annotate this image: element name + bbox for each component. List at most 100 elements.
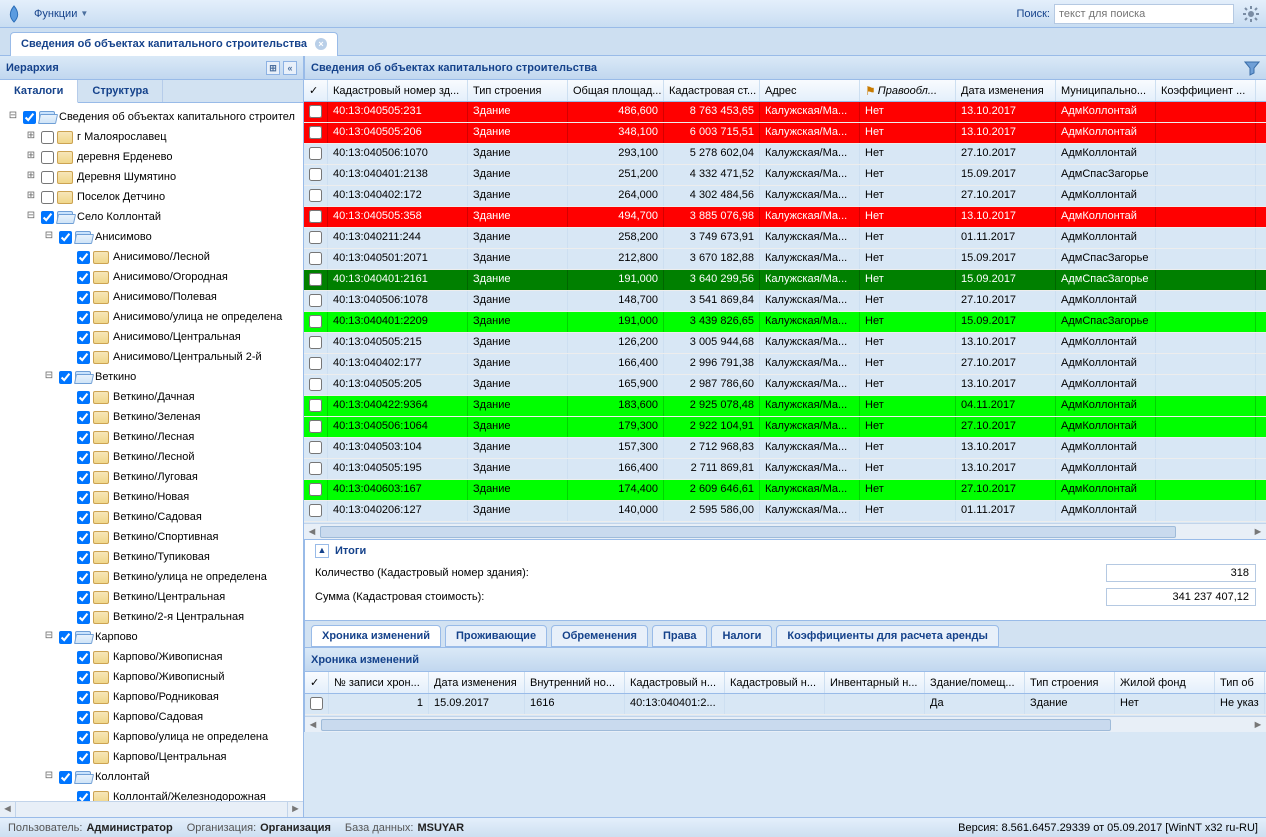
tree-checkbox[interactable]	[77, 791, 90, 802]
scrollbar-horizontal[interactable]: ◄►	[304, 523, 1266, 539]
collapse-icon[interactable]: ⊟	[42, 630, 56, 644]
bottom-tab[interactable]: Обременения	[551, 625, 648, 647]
table-row[interactable]: 40:13:040505:358Здание494,7003 885 076,9…	[304, 207, 1266, 228]
column-header[interactable]: Внутренний но...	[525, 672, 625, 693]
tree-checkbox[interactable]	[77, 251, 90, 264]
scrollbar-horizontal[interactable]: ◄►	[0, 801, 303, 817]
tree-node[interactable]: Карпово/Центральная	[0, 747, 303, 767]
grid-body[interactable]: 40:13:040505:231Здание486,6008 763 453,6…	[304, 102, 1266, 523]
tree-checkbox[interactable]	[77, 531, 90, 544]
row-checkbox[interactable]	[309, 189, 322, 202]
table-row[interactable]: 40:13:040505:206Здание348,1006 003 715,5…	[304, 123, 1266, 144]
tree-checkbox[interactable]	[77, 491, 90, 504]
tree-checkbox[interactable]	[77, 591, 90, 604]
column-header[interactable]: Кадастровая ст...	[664, 80, 760, 101]
tree-node[interactable]: Веткино/Зеленая	[0, 407, 303, 427]
tree-checkbox[interactable]	[77, 451, 90, 464]
tree-node[interactable]: Карпово/Родниковая	[0, 687, 303, 707]
column-header[interactable]: ⚑Правообл...	[860, 80, 956, 101]
row-checkbox[interactable]	[309, 231, 322, 244]
column-header[interactable]: Дата изменения	[429, 672, 525, 693]
column-header[interactable]: Кадастровый номер зд...	[328, 80, 468, 101]
collapse-icon[interactable]: ⊟	[42, 770, 56, 784]
tree-node[interactable]: Анисимово/улица не определена	[0, 307, 303, 327]
tree-checkbox[interactable]	[59, 231, 72, 244]
bottom-tab[interactable]: Права	[652, 625, 707, 647]
column-header[interactable]: Кадастровый н...	[625, 672, 725, 693]
tab-structure[interactable]: Структура	[78, 80, 163, 102]
column-header[interactable]: ✓	[305, 672, 329, 693]
collapse-icon[interactable]: ⊟	[42, 230, 56, 244]
row-checkbox[interactable]	[309, 168, 322, 181]
tree-checkbox[interactable]	[77, 391, 90, 404]
table-row[interactable]: 40:13:040505:215Здание126,2003 005 944,6…	[304, 333, 1266, 354]
table-row[interactable]: 40:13:040505:205Здание165,9002 987 786,6…	[304, 375, 1266, 396]
table-row[interactable]: 115.09.2017161640:13:040401:2...ДаЗдание…	[305, 694, 1266, 715]
tree-checkbox[interactable]	[41, 191, 54, 204]
row-checkbox[interactable]	[309, 294, 322, 307]
gear-icon[interactable]	[1242, 5, 1260, 23]
table-row[interactable]: 40:13:040401:2209Здание191,0003 439 826,…	[304, 312, 1266, 333]
tab-catalogs[interactable]: Каталоги	[0, 80, 78, 103]
tree-checkbox[interactable]	[77, 471, 90, 484]
tree-checkbox[interactable]	[59, 771, 72, 784]
tree-checkbox[interactable]	[77, 311, 90, 324]
tree-node[interactable]: Веткино/2-я Центральная	[0, 607, 303, 627]
table-row[interactable]: 40:13:040422:9364Здание183,6002 925 078,…	[304, 396, 1266, 417]
pin-icon[interactable]: ⊞	[266, 61, 280, 75]
tree-node[interactable]: Анисимово/Лесной	[0, 247, 303, 267]
search-input[interactable]	[1054, 4, 1234, 24]
column-header[interactable]: Жилой фонд	[1115, 672, 1215, 693]
column-header[interactable]: Общая площад...	[568, 80, 664, 101]
table-row[interactable]: 40:13:040402:172Здание264,0004 302 484,5…	[304, 186, 1266, 207]
column-header[interactable]: № записи хрон...	[329, 672, 429, 693]
filter-icon[interactable]	[1244, 60, 1260, 76]
table-row[interactable]: 40:13:040503:104Здание157,3002 712 968,8…	[304, 438, 1266, 459]
tree-checkbox[interactable]	[77, 691, 90, 704]
row-checkbox[interactable]	[309, 462, 322, 475]
tree-node[interactable]: Карпово/Живописная	[0, 647, 303, 667]
row-checkbox[interactable]	[309, 273, 322, 286]
row-checkbox[interactable]	[310, 697, 323, 710]
tree-node[interactable]: Веткино/Садовая	[0, 507, 303, 527]
bottom-tab[interactable]: Проживающие	[445, 625, 547, 647]
tree-node[interactable]: Веткино/Тупиковая	[0, 547, 303, 567]
table-row[interactable]: 40:13:040506:1070Здание293,1005 278 602,…	[304, 144, 1266, 165]
tree-node[interactable]: Анисимово/Полевая	[0, 287, 303, 307]
tree-checkbox[interactable]	[59, 631, 72, 644]
row-checkbox[interactable]	[309, 336, 322, 349]
tree-node[interactable]: Карпово/Живописный	[0, 667, 303, 687]
bottom-tab[interactable]: Коэффициенты для расчета аренды	[776, 625, 999, 647]
tree-checkbox[interactable]	[41, 211, 54, 224]
expand-icon[interactable]: ⊞	[24, 150, 38, 164]
tree-node[interactable]: ⊞г Малоярославец	[0, 127, 303, 147]
table-row[interactable]: 40:13:040206:127Здание140,0002 595 586,0…	[304, 501, 1266, 522]
tree-node[interactable]: Веткино/Центральная	[0, 587, 303, 607]
tree-node[interactable]: Анисимово/Центральный 2-й	[0, 347, 303, 367]
collapse-icon[interactable]: ⊟	[6, 110, 20, 124]
tree-node[interactable]: Веткино/Новая	[0, 487, 303, 507]
row-checkbox[interactable]	[309, 483, 322, 496]
tree-checkbox[interactable]	[77, 571, 90, 584]
tree-node[interactable]: ⊟Карпово	[0, 627, 303, 647]
expand-icon[interactable]: ⊞	[24, 190, 38, 204]
tree-checkbox[interactable]	[77, 751, 90, 764]
collapse-icon[interactable]: ▲	[315, 544, 329, 558]
column-header[interactable]: Здание/помещ...	[925, 672, 1025, 693]
row-checkbox[interactable]	[309, 378, 322, 391]
menu-item[interactable]: Функции▼	[28, 4, 108, 24]
table-row[interactable]: 40:13:040401:2161Здание191,0003 640 299,…	[304, 270, 1266, 291]
tree-node[interactable]: Анисимово/Центральная	[0, 327, 303, 347]
tree-checkbox[interactable]	[41, 131, 54, 144]
tree-node[interactable]: Веткино/Спортивная	[0, 527, 303, 547]
sub-grid-body[interactable]: 115.09.2017161640:13:040401:2...ДаЗдание…	[305, 694, 1266, 716]
column-header[interactable]: Кадастровый н...	[725, 672, 825, 693]
tree-node[interactable]: Анисимово/Огородная	[0, 267, 303, 287]
table-row[interactable]: 40:13:040211:244Здание258,2003 749 673,9…	[304, 228, 1266, 249]
column-header[interactable]: Тип строения	[1025, 672, 1115, 693]
expand-icon[interactable]: ⊞	[24, 130, 38, 144]
tree-node[interactable]: ⊟Анисимово	[0, 227, 303, 247]
scrollbar-horizontal[interactable]: ◄►	[305, 716, 1266, 732]
tree-node[interactable]: ⊟Село Коллонтай	[0, 207, 303, 227]
bottom-tab[interactable]: Хроника изменений	[311, 625, 441, 647]
